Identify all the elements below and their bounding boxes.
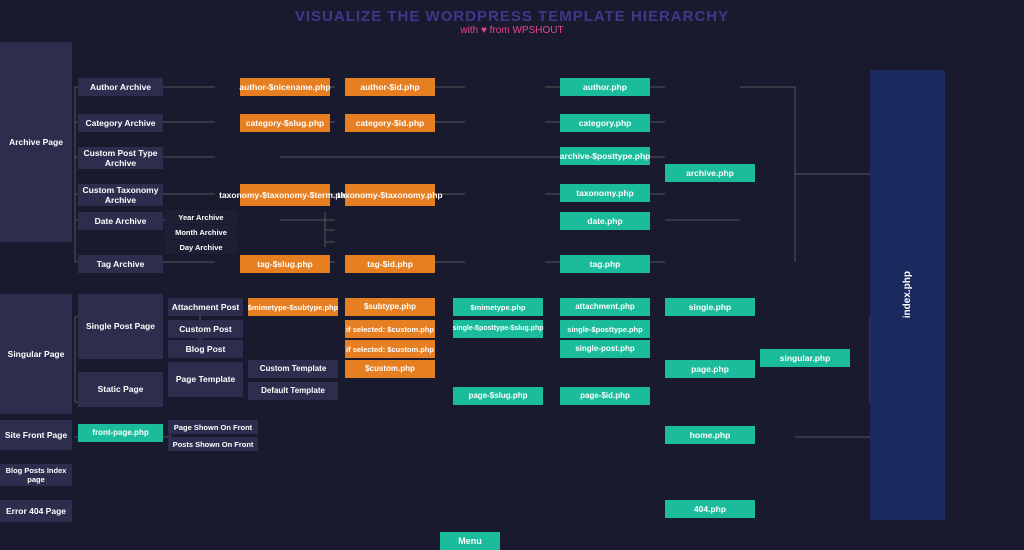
tag-php-node: tag.php: [560, 255, 650, 273]
day-archive-node: Day Archive: [165, 240, 237, 254]
author-archive-node: Author Archive: [78, 78, 163, 96]
attachment-php-node: attachment.php: [560, 298, 650, 316]
static-page-node: Static Page: [78, 372, 163, 407]
archive-posttype-node: archive-$posttype.php: [560, 147, 650, 165]
date-archive-node: Date Archive: [78, 212, 163, 230]
posts-shown-on-front-node: Posts Shown On Front: [168, 437, 258, 451]
category-php-node: category.php: [560, 114, 650, 132]
single-posttype-slug-node: single-$posttype-$slug.php: [453, 320, 543, 338]
custom-taxonomy-archive-node: Custom Taxonomy Archive: [78, 184, 163, 206]
home-php-node: home.php: [665, 426, 755, 444]
category-id-node: category-$id.php: [345, 114, 435, 132]
default-template-node: Default Template: [248, 382, 338, 400]
attachment-post-node: Attachment Post: [168, 298, 243, 316]
site-front-page-node: Site Front Page: [0, 420, 72, 450]
if-selected-custom2-node: if selected: $custom.php: [345, 340, 435, 358]
date-php-node: date.php: [560, 212, 650, 230]
custom-template-node: Custom Template: [248, 360, 338, 378]
page-template-node: Page Template: [168, 362, 243, 397]
page-slug-node: page-$slug.php: [453, 387, 543, 405]
category-slug-node: category-$slug.php: [240, 114, 330, 132]
subtype-php-node: $subtype.php: [345, 298, 435, 316]
if-selected-custom1-node: if selected: $custom.php: [345, 320, 435, 338]
tag-slug-node: tag-$slug.php: [240, 255, 330, 273]
archive-php-node: archive.php: [665, 164, 755, 182]
singular-page-node: Singular Page: [0, 294, 72, 414]
taxonomy-php-node: taxonomy-$taxonomy.php: [345, 184, 435, 206]
title-area: VISUALIZE THE WORDPRESS TEMPLATE HIERARC…: [0, 8, 1024, 36]
tag-id-node: tag-$id.php: [345, 255, 435, 273]
sub-title: with ♥ from WPSHOUT: [0, 25, 1024, 36]
single-posttype-node: single-$posttype.php: [560, 320, 650, 338]
singular-php-node: singular.php: [760, 349, 850, 367]
category-archive-node: Category Archive: [78, 114, 163, 132]
blog-posts-index-node: Blog Posts Index page: [0, 464, 72, 486]
taxonomy-term-node: taxonomy-$taxonomy-$term.php: [240, 184, 330, 206]
tag-archive-node: Tag Archive: [78, 255, 163, 273]
custom-php-node: $custom.php: [345, 360, 435, 378]
blog-post-node: Blog Post: [168, 340, 243, 358]
custom-post-type-archive-node: Custom Post Type Archive: [78, 147, 163, 169]
author-id-node: author-$id.php: [345, 78, 435, 96]
taxonomy-php2-node: taxonomy.php: [560, 184, 650, 202]
year-archive-node: Year Archive: [165, 210, 237, 224]
month-archive-node: Month Archive: [165, 225, 237, 239]
error-404-php-node: 404.php: [665, 500, 755, 518]
author-php-node: author.php: [560, 78, 650, 96]
brand-name: WPSHOUT: [512, 25, 563, 36]
main-title: VISUALIZE THE WORDPRESS TEMPLATE HIERARC…: [0, 8, 1024, 25]
single-post-page-node: Single Post Page: [78, 294, 163, 359]
mimetype-php-node: $mimetype.php: [453, 298, 543, 316]
main-container: VISUALIZE THE WORDPRESS TEMPLATE HIERARC…: [0, 0, 1024, 509]
page-php-node: page.php: [665, 360, 755, 378]
single-php-node: single.php: [665, 298, 755, 316]
page-id-node: page-$id.php: [560, 387, 650, 405]
content-area: Archive Page Author Archive Category Arc…: [0, 42, 1024, 492]
index-php-node: index.php: [870, 70, 945, 520]
custom-post-node: Custom Post: [168, 320, 243, 338]
front-page-php-node: front-page.php: [78, 424, 163, 442]
error-404-node: Error 404 Page: [0, 500, 72, 522]
single-post-node: single-post.php: [560, 340, 650, 358]
archive-page-node: Archive Page: [0, 42, 72, 242]
mimetype-subtype-node: $mimetype-$subtype.php: [248, 298, 338, 316]
author-nicename-node: author-$nicename.php: [240, 78, 330, 96]
menu-button[interactable]: Menu: [440, 532, 500, 550]
page-shown-on-front-node: Page Shown On Front: [168, 420, 258, 434]
